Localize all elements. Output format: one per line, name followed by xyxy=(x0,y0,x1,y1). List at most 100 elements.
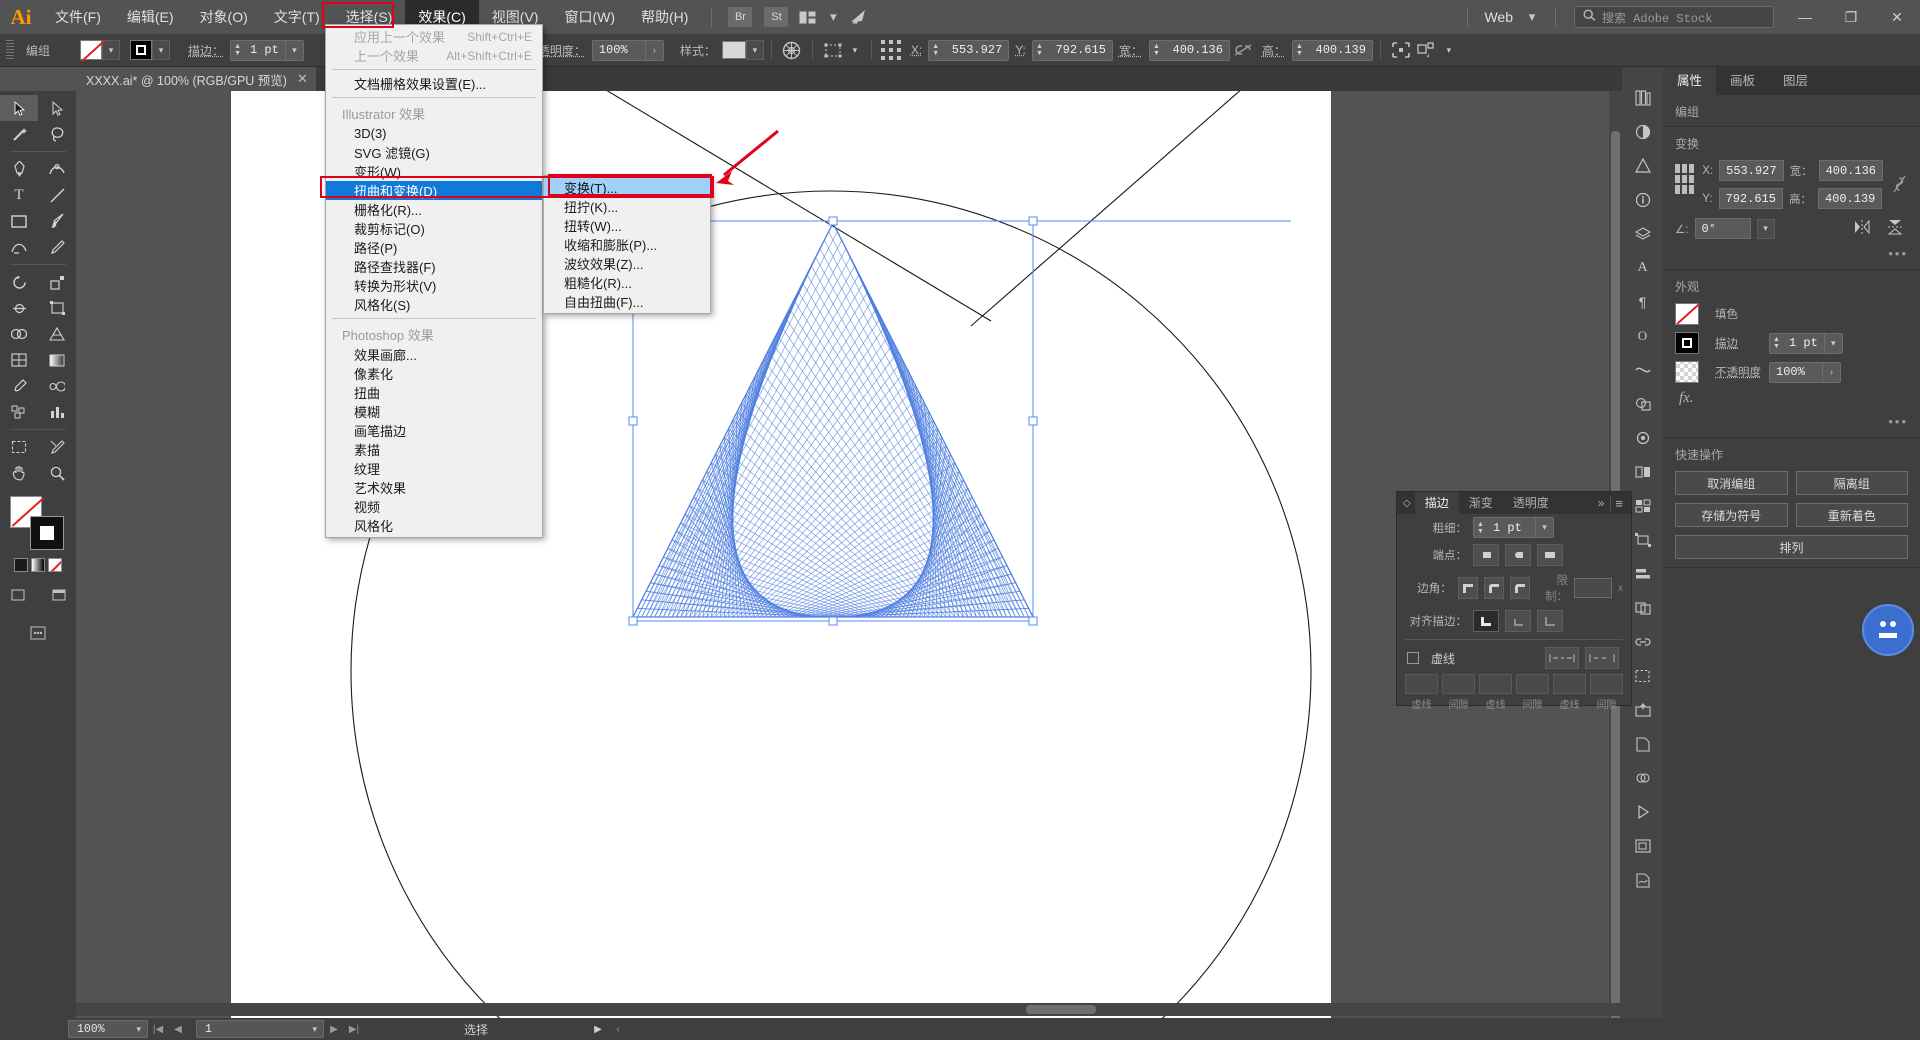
actions-icon[interactable] xyxy=(1628,797,1658,827)
reference-point-icon[interactable] xyxy=(1675,164,1695,194)
fill-chevron-down-icon[interactable]: ▾ xyxy=(102,40,121,60)
color-guide-icon[interactable] xyxy=(1628,151,1658,181)
transform-angle-chevron-down-icon[interactable]: ▾ xyxy=(1756,218,1775,239)
tab-stroke[interactable]: 描边 xyxy=(1414,492,1459,514)
menu-item-brush-strokes[interactable]: 画笔描边 xyxy=(326,421,542,440)
menu-item-effect-gallery[interactable]: 效果画廊... xyxy=(326,345,542,364)
menu-item-svg-filters[interactable]: SVG 滤镜(G) xyxy=(326,143,542,162)
appearance-opacity-expand-icon[interactable]: › xyxy=(1822,362,1840,382)
stroke-panel-weight-field[interactable]: ▲ ▼ 1 pt ▾ xyxy=(1473,517,1554,538)
gradient-swatch[interactable] xyxy=(31,558,45,572)
dashed-line-checkbox[interactable] xyxy=(1407,652,1419,664)
chevron-left-icon[interactable]: ‹ xyxy=(608,1019,628,1039)
bevel-join-icon[interactable] xyxy=(1509,577,1531,599)
scale-tool[interactable] xyxy=(38,269,76,295)
first-page-icon[interactable]: |◀ xyxy=(148,1019,168,1039)
shape-builder-tool[interactable] xyxy=(0,321,38,347)
transform-x-field[interactable]: 553.927 xyxy=(1719,160,1784,181)
tab-gradient[interactable]: 渐变 xyxy=(1459,492,1503,514)
gap-field-2[interactable] xyxy=(1516,674,1549,694)
opacity-expand-icon[interactable]: › xyxy=(644,40,663,60)
magic-wand-tool[interactable] xyxy=(0,121,38,147)
column-graph-tool[interactable] xyxy=(38,399,76,425)
tab-transparency[interactable]: 透明度 xyxy=(1503,492,1559,514)
style-chevron-down-icon[interactable]: ▾ xyxy=(745,40,764,60)
horizontal-scroll-thumb[interactable] xyxy=(1026,1005,1096,1014)
navigator-icon[interactable] xyxy=(1628,831,1658,861)
menu-object[interactable]: 对象(O) xyxy=(187,0,261,34)
panel-grip-icon[interactable]: ◇ xyxy=(1397,498,1415,509)
submenu-item-twist[interactable]: 扭转(W)... xyxy=(544,216,710,235)
asset-export-icon[interactable] xyxy=(1628,695,1658,725)
submenu-item-pucker-bloat[interactable]: 收缩和膨胀(P)... xyxy=(544,235,710,254)
pathfinder-icon[interactable] xyxy=(1628,593,1658,623)
width-field[interactable]: ▲ ▼ 400.136 xyxy=(1148,39,1230,61)
zoom-tool[interactable] xyxy=(38,460,76,486)
shaper-tool[interactable] xyxy=(0,234,38,260)
fx-icon[interactable]: fx. xyxy=(1675,390,1694,407)
document-close-icon[interactable]: ✕ xyxy=(297,71,308,87)
arrange-button[interactable]: 排列 xyxy=(1675,535,1908,559)
x-stepper[interactable]: ▲ ▼ xyxy=(929,43,942,57)
select-similar-icon[interactable] xyxy=(1414,38,1440,62)
blend-tool[interactable] xyxy=(38,373,76,399)
select-similar-chevron-down-icon[interactable]: ▾ xyxy=(1440,40,1458,60)
menu-item-crop-marks[interactable]: 裁剪标记(O) xyxy=(326,219,542,238)
line-segment-tool[interactable] xyxy=(38,182,76,208)
save-as-symbol-button[interactable]: 存储为符号 xyxy=(1675,503,1788,527)
menu-item-warp[interactable]: 变形(W) xyxy=(326,162,542,181)
stock-search-box[interactable]: 搜索 Adobe Stock xyxy=(1574,6,1774,28)
transform-more-options-icon[interactable]: ••• xyxy=(1675,246,1908,261)
ungroup-button[interactable]: 取消编组 xyxy=(1675,471,1788,495)
unlink-proportions-icon[interactable] xyxy=(1891,160,1908,194)
menu-item-texture[interactable]: 纹理 xyxy=(326,459,542,478)
close-button[interactable]: ✕ xyxy=(1874,0,1920,34)
info-icon[interactable] xyxy=(1628,185,1658,215)
projecting-cap-icon[interactable] xyxy=(1537,544,1563,566)
artboards-icon[interactable] xyxy=(1628,661,1658,691)
perspective-grid-tool[interactable] xyxy=(38,321,76,347)
paragraph-icon[interactable]: ¶ xyxy=(1628,287,1658,317)
drawing-mode-icon[interactable] xyxy=(0,582,37,608)
menu-item-distort-and-transform[interactable]: 扭曲和变换(D) xyxy=(326,181,542,200)
appearance-opacity-field[interactable]: 100% › xyxy=(1769,361,1841,383)
menu-item-3d[interactable]: 3D(3) xyxy=(326,124,542,143)
menu-item-pathfinder[interactable]: 路径查找器(F) xyxy=(326,257,542,276)
isolate-icon[interactable] xyxy=(1388,38,1414,62)
butt-cap-icon[interactable] xyxy=(1473,544,1499,566)
menu-item-sketch[interactable]: 素描 xyxy=(326,440,542,459)
canvas-horizontal-scrollbar[interactable] xyxy=(76,1003,1622,1016)
menu-item-pixelate[interactable]: 像素化 xyxy=(326,364,542,383)
appearance-stroke-stepper[interactable]: ▲ ▼ xyxy=(1770,336,1783,350)
transform-panel-icon[interactable] xyxy=(1628,525,1658,555)
artboard-number-field[interactable]: 1 ▾ xyxy=(196,1020,324,1038)
menu-item-distort[interactable]: 扭曲 xyxy=(326,383,542,402)
appearance-stroke-weight-field[interactable]: ▲ ▼ 1 pt ▾ xyxy=(1769,332,1843,354)
stroke-weight-stepper[interactable]: ▲ ▼ xyxy=(231,43,244,57)
gap-field-1[interactable] xyxy=(1442,674,1475,694)
reference-point-icon[interactable] xyxy=(879,38,905,62)
mesh-tool[interactable] xyxy=(0,347,38,373)
zoom-chevron-down-icon[interactable]: ▾ xyxy=(136,1024,147,1035)
stroke-chevron-down-icon[interactable]: ▾ xyxy=(152,40,171,60)
unlink-proportions-icon[interactable] xyxy=(1230,38,1256,62)
swatches-icon[interactable] xyxy=(1628,491,1658,521)
graphic-styles-icon[interactable] xyxy=(1628,457,1658,487)
play-icon[interactable]: ▶ xyxy=(588,1019,608,1039)
align-inside-icon[interactable] xyxy=(1505,610,1531,632)
rotate-tool[interactable] xyxy=(0,269,38,295)
appearance-more-options-icon[interactable]: ••• xyxy=(1675,414,1908,429)
change-screen-mode-icon[interactable] xyxy=(40,582,78,608)
document-tab[interactable]: XXXX.ai* @ 100% (RGB/GPU 预览) ✕ xyxy=(76,67,316,91)
submenu-item-zig-zag[interactable]: 波纹效果(Z)... xyxy=(544,254,710,273)
recolor-artwork-icon[interactable] xyxy=(779,38,805,62)
control-bar-grip[interactable] xyxy=(6,40,14,60)
menu-item-path[interactable]: 路径(P) xyxy=(326,238,542,257)
dash-field-1[interactable] xyxy=(1405,674,1438,694)
color-swatch[interactable] xyxy=(14,558,28,572)
width-stepper[interactable]: ▲ ▼ xyxy=(1150,43,1163,57)
stroke-limit-field[interactable] xyxy=(1574,578,1613,598)
stroke-swatch[interactable] xyxy=(130,40,153,60)
appearance-stroke-chevron-down-icon[interactable]: ▾ xyxy=(1823,333,1842,353)
height-field[interactable]: ▲ ▼ 400.139 xyxy=(1291,39,1373,61)
